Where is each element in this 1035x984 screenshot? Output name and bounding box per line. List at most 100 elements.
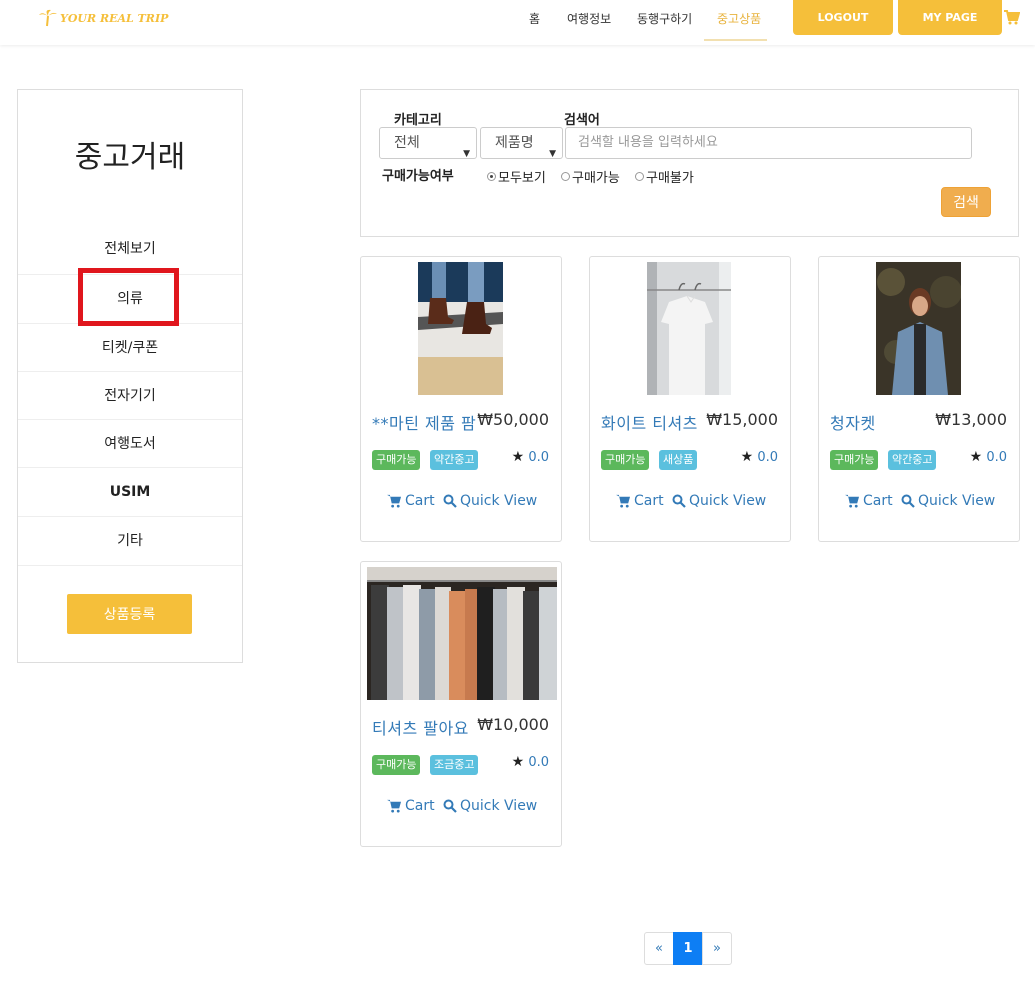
nav-link-companion[interactable]: 동행구하기	[637, 10, 692, 27]
nav-link-travel-info[interactable]: 여행정보	[567, 10, 611, 27]
page-1-button[interactable]: 1	[673, 932, 703, 965]
category-select-value: 전체	[394, 135, 420, 151]
chevron-down-icon: ▼	[463, 149, 470, 159]
search-button[interactable]: 검색	[941, 187, 991, 217]
product-name[interactable]: **마틴 제품 팜	[372, 410, 476, 434]
quick-view-label: Quick View	[460, 493, 538, 509]
search-input-placeholder: 검색할 내용을 입력하세요	[578, 135, 718, 150]
product-card: **마틴 제품 팜 ₩50,000 구매가능 약간중고 ★ 0.0 Cart Q…	[360, 256, 562, 542]
search-icon	[443, 494, 457, 508]
product-image-denim-jacket[interactable]	[876, 262, 961, 395]
status-badge: 구매가능	[372, 450, 421, 470]
my-page-button[interactable]: MY PAGE	[898, 0, 1002, 35]
status-badge: 구매가능	[372, 755, 421, 775]
product-image-white-tshirt[interactable]	[647, 262, 731, 395]
sidebar-title: 중고거래	[74, 140, 186, 175]
sidebar-item-all[interactable]: 전체보기	[18, 225, 242, 273]
radio-label-available: 구매가능	[572, 171, 620, 186]
selected-category-highlight	[78, 268, 179, 326]
cart-icon	[387, 494, 402, 508]
sidebar-item-electronics[interactable]: 전자기기	[18, 371, 242, 419]
radio-label-show-all: 모두보기	[498, 171, 546, 186]
star-icon: ★	[511, 754, 525, 770]
logout-button[interactable]: LOGOUT	[793, 0, 893, 35]
rating: ★ 0.0	[970, 449, 1007, 465]
pagination: « 1 »	[644, 932, 732, 965]
category-label: 카테고리	[394, 113, 442, 128]
quick-view-label: Quick View	[918, 493, 996, 509]
cart-label: Cart	[405, 798, 435, 814]
sidebar-divider	[18, 565, 242, 566]
star-icon: ★	[511, 449, 525, 465]
search-panel: 카테고리 검색어 전체 ▼ 제품명 ▼ 검색할 내용을 입력하세요 구매가능여부…	[360, 89, 1019, 237]
cart-button[interactable]: Cart	[616, 493, 664, 509]
sidebar-item-usim[interactable]: USIM	[18, 467, 242, 515]
register-product-button[interactable]: 상품등록	[67, 594, 192, 634]
search-input[interactable]: 검색할 내용을 입력하세요	[565, 127, 972, 159]
rating-value: 0.0	[528, 450, 549, 465]
search-field-select-value: 제품명	[495, 135, 534, 151]
product-name[interactable]: 티셔츠 팔아요	[372, 715, 469, 739]
cart-icon	[387, 799, 402, 813]
star-icon: ★	[740, 449, 754, 465]
nav-link-home[interactable]: 홈	[529, 10, 540, 27]
product-card: 티셔츠 팔아요 ₩10,000 구매가능 조금중고 ★ 0.0 Cart Qui…	[360, 561, 562, 847]
search-icon	[901, 494, 915, 508]
quick-view-button[interactable]: Quick View	[443, 798, 537, 814]
condition-badge: 약간중고	[888, 450, 937, 470]
radio-label-unavailable: 구매불가	[646, 171, 694, 186]
quick-view-label: Quick View	[689, 493, 767, 509]
cart-icon	[845, 494, 860, 508]
radio-show-all[interactable]: 모두보기	[487, 167, 546, 186]
product-name[interactable]: 청자켓	[830, 410, 876, 434]
cart-button[interactable]: Cart	[387, 493, 435, 509]
radio-unavailable[interactable]: 구매불가	[635, 167, 694, 186]
quick-view-button[interactable]: Quick View	[672, 493, 766, 509]
cart-button[interactable]: Cart	[387, 798, 435, 814]
sidebar-item-etc[interactable]: 기타	[18, 516, 242, 564]
condition-badge: 조금중고	[430, 755, 479, 775]
condition-badge: 새상품	[659, 450, 698, 470]
rating: ★ 0.0	[512, 754, 549, 770]
cart-icon[interactable]	[1004, 10, 1021, 29]
cart-icon	[616, 494, 631, 508]
page-next-button[interactable]: »	[702, 932, 732, 965]
sidebar-item-travel-books[interactable]: 여행도서	[18, 419, 242, 467]
radio-dot	[561, 172, 570, 181]
rating-value: 0.0	[528, 755, 549, 770]
quick-view-label: Quick View	[460, 798, 538, 814]
condition-badge: 약간중고	[430, 450, 479, 470]
cart-button[interactable]: Cart	[845, 493, 893, 509]
product-name[interactable]: 화이트 티셔츠	[601, 410, 698, 434]
cart-label: Cart	[405, 493, 435, 509]
chevron-down-icon: ▼	[549, 149, 556, 159]
quick-view-button[interactable]: Quick View	[443, 493, 537, 509]
search-icon	[672, 494, 686, 508]
search-icon	[443, 799, 457, 813]
page-prev-button[interactable]: «	[644, 932, 674, 965]
keyword-label: 검색어	[564, 113, 600, 128]
product-price: ₩50,000	[477, 410, 549, 429]
product-card: 화이트 티셔츠 ₩15,000 구매가능 새상품 ★ 0.0 Cart Quic…	[589, 256, 791, 542]
radio-dot-checked	[487, 172, 496, 181]
product-price: ₩15,000	[706, 410, 778, 429]
product-image-boots[interactable]	[418, 262, 503, 395]
search-field-select[interactable]: 제품명 ▼	[480, 127, 563, 159]
cart-label: Cart	[634, 493, 664, 509]
radio-available[interactable]: 구매가능	[561, 167, 620, 186]
rating: ★ 0.0	[741, 449, 778, 465]
status-badge: 구매가능	[830, 450, 879, 470]
category-sidebar: 중고거래 전체보기 의류 티켓/쿠폰 전자기기 여행도서 USIM 기타 상품등…	[17, 89, 243, 663]
top-navbar: YOUR REAL TRIP 홈 여행정보 동행구하기 중고상품 LOGOUT …	[0, 0, 1035, 45]
sidebar-item-tickets[interactable]: 티켓/쿠폰	[18, 323, 242, 371]
nav-link-used-goods[interactable]: 중고상품	[717, 10, 761, 27]
product-image-clothes-rack[interactable]	[367, 567, 557, 700]
radio-dot	[635, 172, 644, 181]
site-logo[interactable]: YOUR REAL TRIP	[38, 9, 168, 27]
category-select[interactable]: 전체 ▼	[379, 127, 477, 159]
status-badge: 구매가능	[601, 450, 650, 470]
rating-value: 0.0	[757, 450, 778, 465]
product-card: 청자켓 ₩13,000 구매가능 약간중고 ★ 0.0 Cart Quick V…	[818, 256, 1020, 542]
palm-tree-icon	[39, 9, 57, 27]
quick-view-button[interactable]: Quick View	[901, 493, 995, 509]
